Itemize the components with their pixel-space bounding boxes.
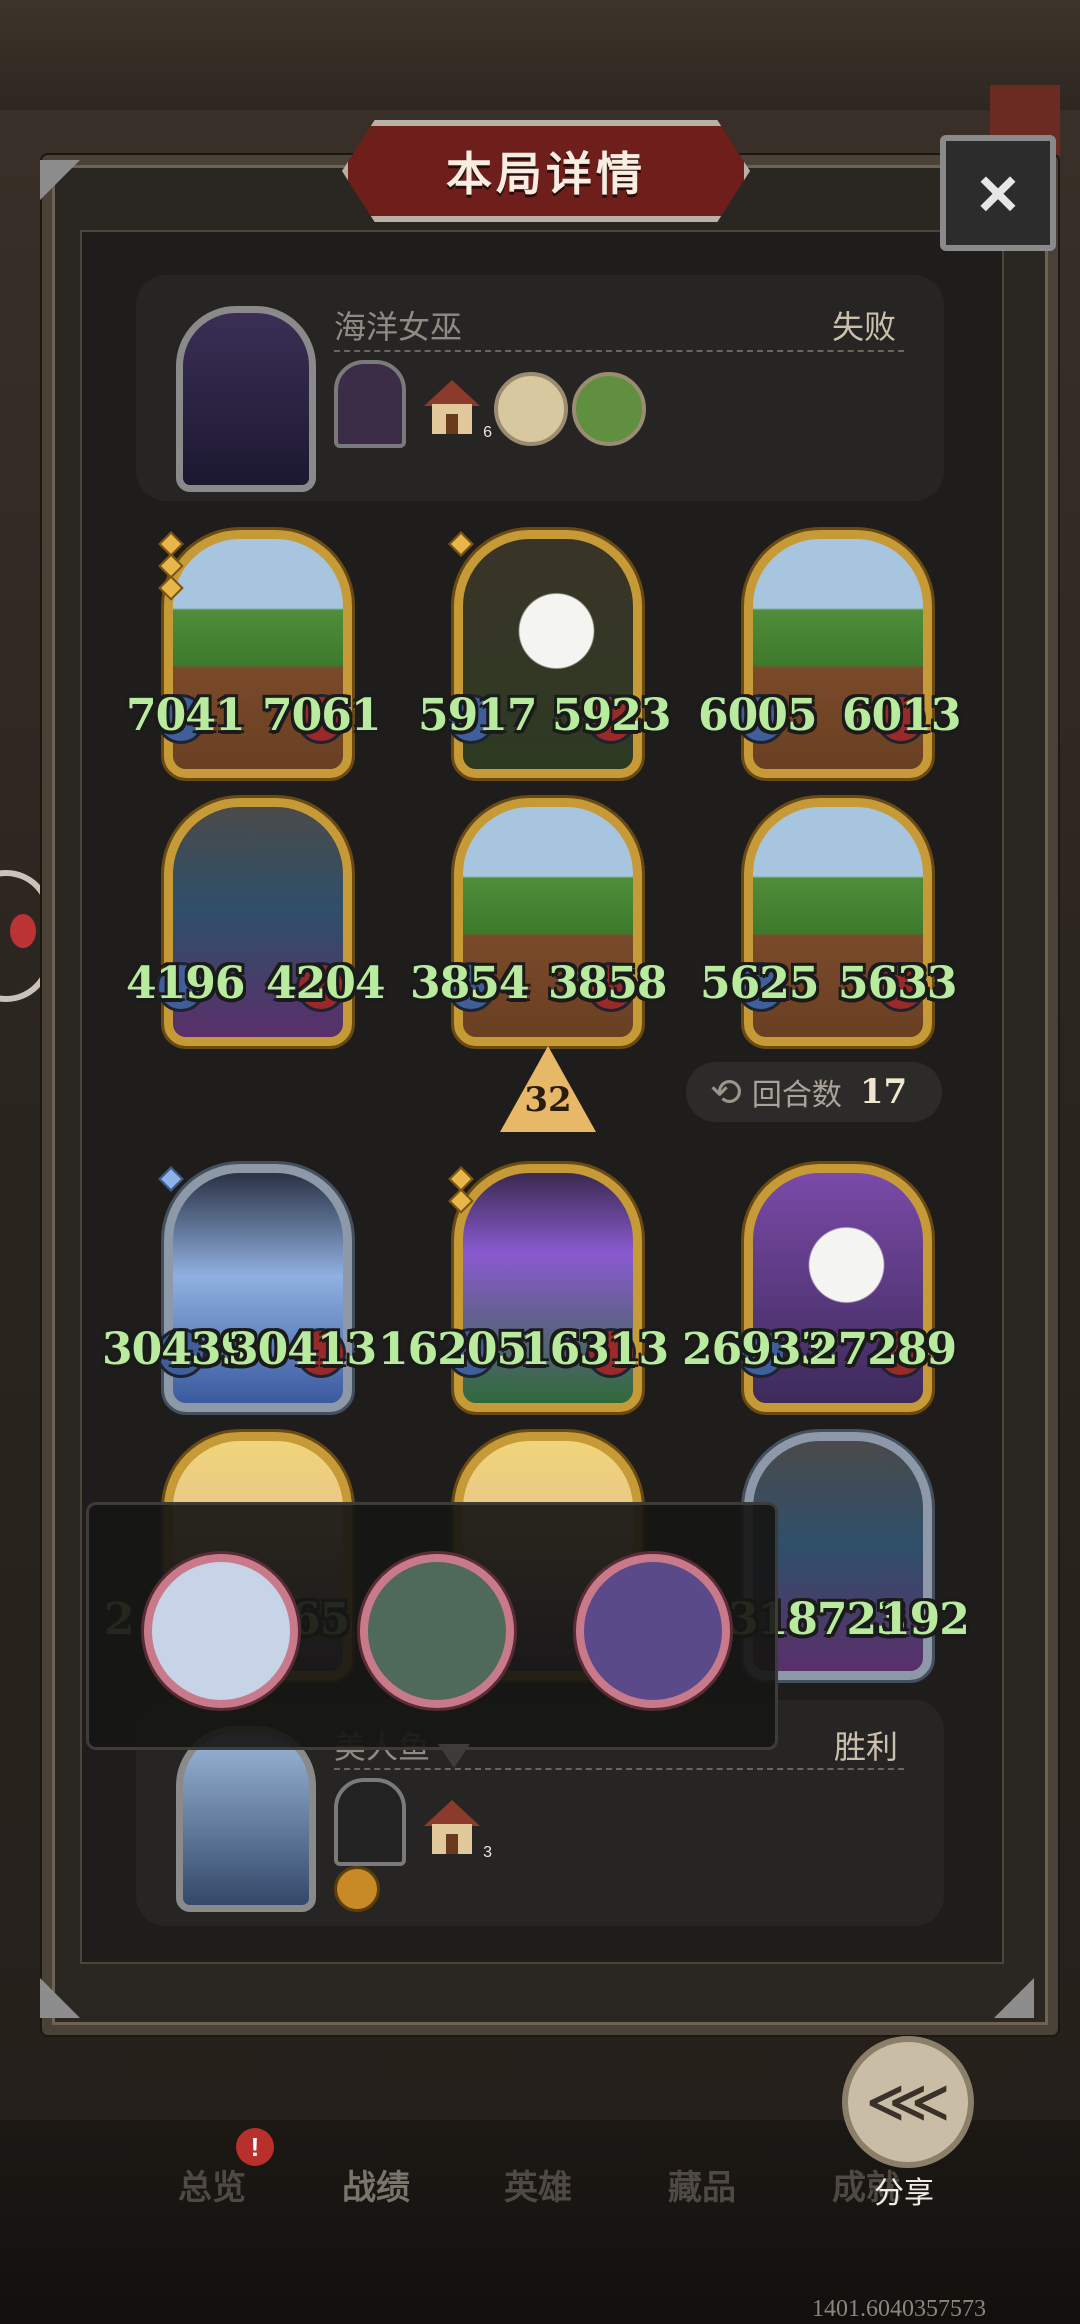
share-label: 分享: [874, 2177, 934, 2210]
unit-health: 27289: [808, 1324, 957, 1375]
side-handle-dot: [10, 914, 36, 948]
tab-records[interactable]: 战绩: [342, 2160, 410, 2209]
tab-overview[interactable]: 总览: [178, 2160, 246, 2209]
tab-collection[interactable]: 藏品: [668, 2160, 736, 2209]
repeat-icon: ⟲: [710, 1071, 742, 1114]
building-count: 6: [483, 424, 492, 441]
candy-house-item-icon[interactable]: [576, 1554, 730, 1708]
opponent-name: 海洋女巫: [334, 309, 463, 345]
divider: [334, 350, 904, 352]
house-icon[interactable]: 3: [424, 1800, 492, 1861]
divider: [334, 1768, 904, 1770]
unit-attack: 7041: [126, 690, 245, 741]
toy-table-item-icon[interactable]: [144, 1554, 298, 1708]
dialog-title-plate: 本局详情: [342, 120, 750, 222]
unit-health: 4204: [266, 958, 385, 1009]
unit-health: 5633: [838, 958, 957, 1009]
skill-icon[interactable]: [334, 1866, 380, 1912]
building-count: 3: [483, 1844, 492, 1861]
player-result: 胜利: [834, 1729, 899, 1765]
unit-attack: 5917: [418, 690, 537, 741]
unit-health: 3858: [548, 958, 667, 1009]
unit-health: 192: [880, 1594, 970, 1645]
share-icon: ⋘: [865, 2068, 951, 2135]
opponent-result: 失败: [832, 309, 897, 345]
house-icon[interactable]: 6: [424, 380, 492, 441]
rounds-value: 17: [859, 1072, 908, 1112]
scroll-relic-icon[interactable]: [494, 372, 568, 446]
unit-attack: 5625: [700, 958, 819, 1009]
background-top: [0, 0, 1080, 110]
opponent-hero-icon[interactable]: [334, 360, 406, 448]
share-button[interactable]: ⋘: [842, 2036, 974, 2168]
unit-health: 7061: [262, 690, 381, 741]
unit-attack: 6005: [698, 690, 817, 741]
rounds-label: 回合数: [751, 1079, 842, 1112]
unit-health: 30413: [228, 1324, 377, 1375]
tooltip-pointer: [438, 1744, 470, 1768]
unit-health: 16313: [520, 1324, 669, 1375]
opponent-portrait[interactable]: [176, 306, 316, 492]
unit-health: 5923: [552, 690, 671, 741]
tier-level: 32: [524, 1080, 572, 1120]
grove-relic-icon[interactable]: [572, 372, 646, 446]
coordinate-readout: 1401.6040357573: [812, 2296, 986, 2322]
unit-attack: 16205: [378, 1324, 527, 1375]
close-button[interactable]: ×: [940, 135, 1056, 251]
rounds-counter: ⟲ 回合数 17: [686, 1062, 942, 1122]
player-portrait[interactable]: [176, 1726, 316, 1912]
unit-health: 6013: [842, 690, 961, 741]
unit-attack: 3854: [410, 958, 529, 1009]
unit-attack: 4196: [126, 958, 245, 1009]
pirate-flag-item-icon[interactable]: [360, 1554, 514, 1708]
tab-heroes[interactable]: 英雄: [504, 2160, 572, 2209]
player-hero-icon[interactable]: [334, 1778, 406, 1866]
dialog-title: 本局详情: [446, 148, 646, 200]
close-icon: ×: [977, 154, 1019, 232]
